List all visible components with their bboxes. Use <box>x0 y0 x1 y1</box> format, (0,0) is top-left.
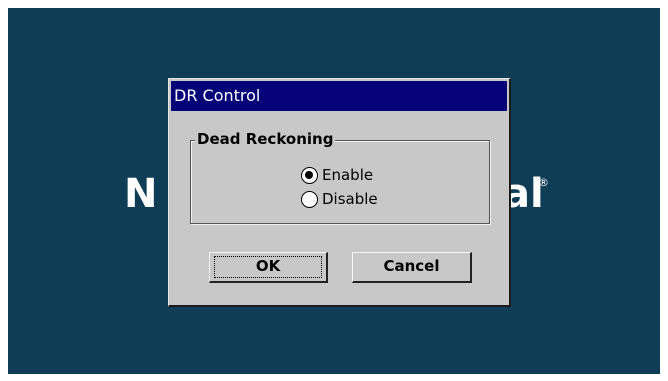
enable-radio-label[interactable]: Enable <box>322 166 373 184</box>
disable-radio-label[interactable]: Disable <box>322 190 378 208</box>
cancel-button[interactable]: Cancel <box>352 252 472 283</box>
disable-radio-button[interactable] <box>301 190 318 208</box>
registered-mark: ® <box>538 176 549 189</box>
dr-control-dialog: DR Control Dead Reckoning Enable Disable… <box>168 78 511 307</box>
ok-button-label: OK <box>255 257 281 275</box>
ok-button[interactable]: OK <box>209 252 328 283</box>
enable-radio-button[interactable] <box>301 166 318 184</box>
cancel-button-label: Cancel <box>383 257 440 275</box>
dead-reckoning-group-label: Dead Reckoning <box>195 130 336 148</box>
dialog-title: DR Control <box>171 81 507 111</box>
disable-radio-option[interactable]: Disable <box>301 190 378 208</box>
logo-fragment-left: N <box>124 171 158 217</box>
radio-selected-dot <box>305 170 313 179</box>
enable-radio-option[interactable]: Enable <box>301 166 373 184</box>
